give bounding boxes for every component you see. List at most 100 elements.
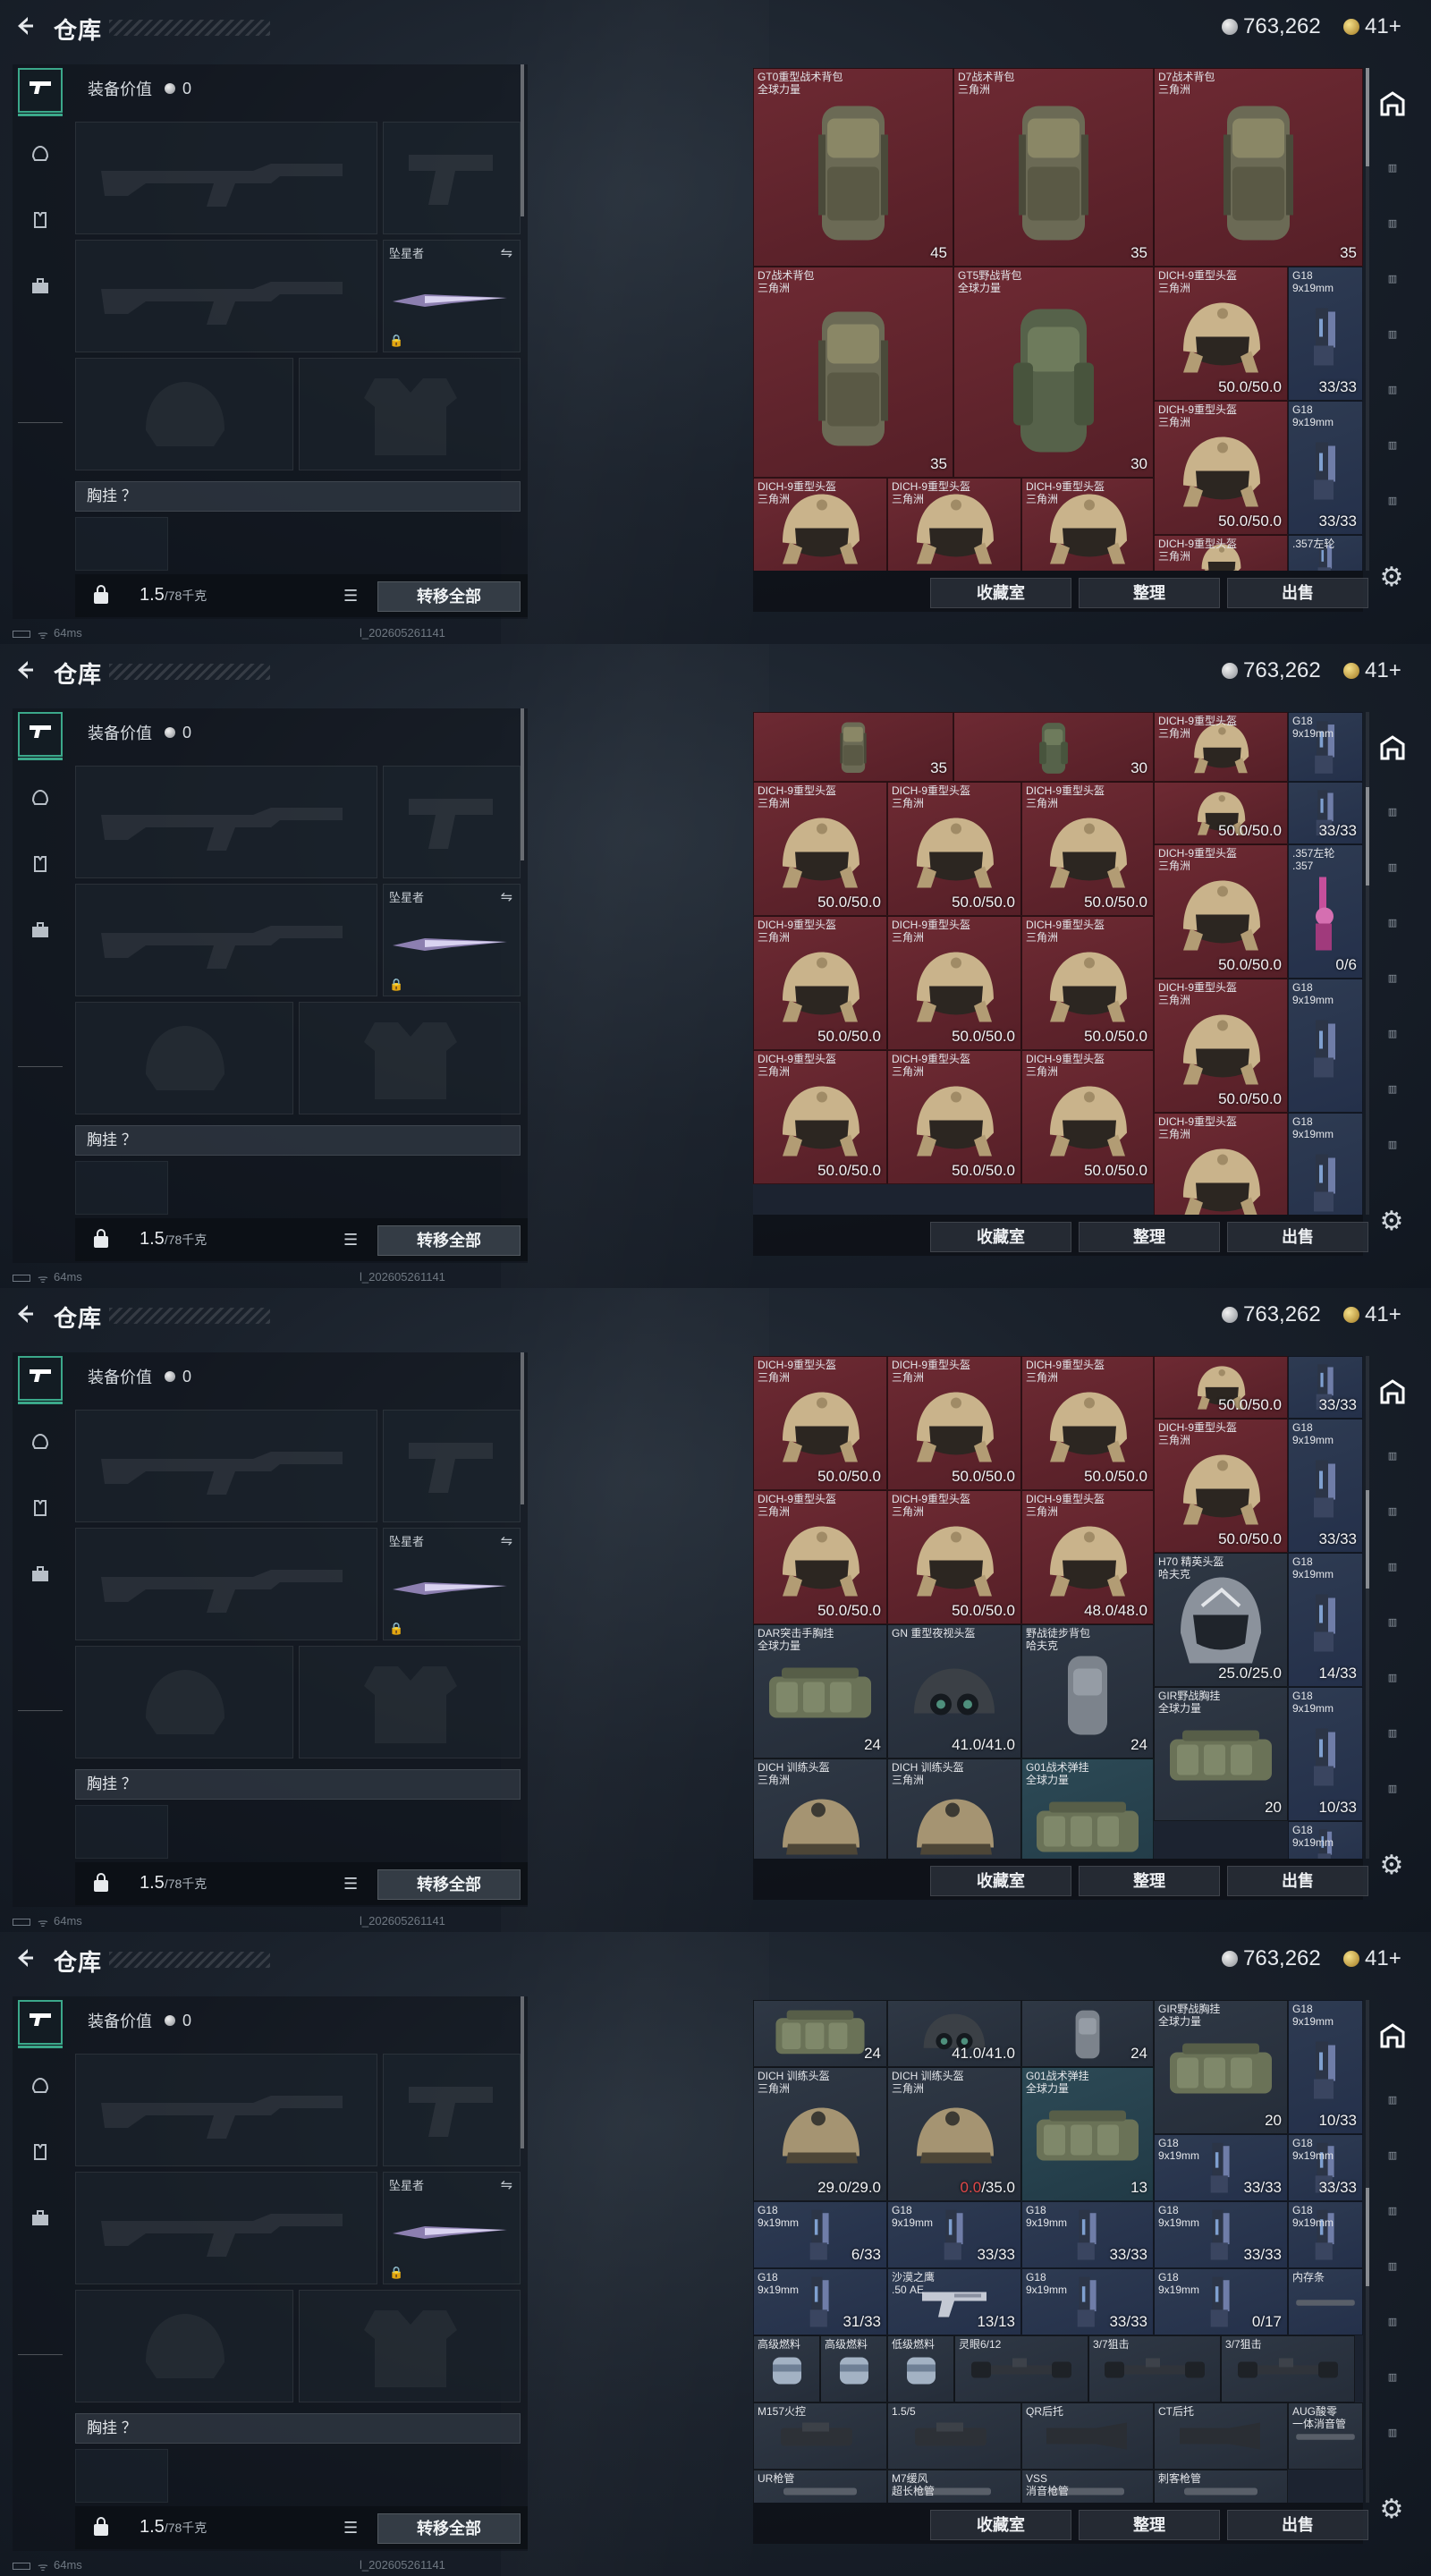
secondary-weapon-slot[interactable] bbox=[383, 2054, 521, 2166]
stash-item[interactable]: G18 9x19mm 6/33 bbox=[753, 2201, 887, 2268]
back-arrow-icon[interactable] bbox=[13, 1302, 39, 1329]
stash-item[interactable]: G18 9x19mm33/33 bbox=[1288, 2134, 1363, 2201]
chest-rig-slot[interactable] bbox=[75, 2449, 168, 2503]
stash-item[interactable]: .357左轮 bbox=[1288, 535, 1363, 571]
transfer-all-button[interactable]: 转移全部 bbox=[377, 2513, 521, 2544]
stash-home-tab[interactable] bbox=[1372, 728, 1413, 769]
stash-item[interactable]: G18 9x19mm33/33 bbox=[887, 2201, 1021, 2268]
left-scrollbar[interactable] bbox=[521, 1996, 524, 2148]
stash-item[interactable]: 高级燃料 bbox=[753, 2335, 820, 2402]
gold-currency[interactable]: 41+ bbox=[1343, 14, 1401, 39]
stash-item[interactable]: DICH-9重型头盔 三角洲 50.0/50.0 bbox=[887, 782, 1021, 916]
stash-item[interactable]: 33/33 bbox=[1288, 782, 1363, 844]
silver-currency[interactable]: 763,262 bbox=[1222, 658, 1321, 683]
stash-item[interactable]: G18 9x19mm33/33 bbox=[1154, 2134, 1288, 2201]
stash-item[interactable]: G18 9x19mm bbox=[1288, 979, 1363, 1113]
stash-scrollbar[interactable] bbox=[1366, 1356, 1369, 1859]
stash-item[interactable]: G18 9x19mm33/33 bbox=[1288, 1113, 1363, 1215]
stash-home-tab[interactable] bbox=[1372, 84, 1413, 125]
stash-item[interactable]: M157火控 bbox=[753, 2402, 887, 2470]
stash-page-tab[interactable]: ▥ bbox=[1372, 313, 1413, 354]
stash-item[interactable]: 3/7狙击 bbox=[1221, 2335, 1355, 2402]
case-tab[interactable] bbox=[18, 911, 63, 955]
sell-button[interactable]: 出售 bbox=[1227, 2510, 1368, 2540]
stash-item[interactable]: G18 9x19mm bbox=[1288, 1821, 1363, 1859]
stash-item[interactable]: G18 9x19mm33/33 bbox=[1288, 401, 1363, 535]
stash-item[interactable]: 刺客枪管 bbox=[1154, 2470, 1288, 2503]
stash-page-tab[interactable]: ▥ bbox=[1372, 1601, 1413, 1642]
list-icon[interactable]: ☰ bbox=[343, 1231, 358, 1250]
stash-page-tab[interactable]: ▥ bbox=[1372, 202, 1413, 243]
stash-page-tab[interactable]: ▥ bbox=[1372, 1490, 1413, 1531]
sell-button[interactable]: 出售 bbox=[1227, 1222, 1368, 1252]
stash-item[interactable]: CT后托 bbox=[1154, 2402, 1288, 2470]
gold-currency[interactable]: 41+ bbox=[1343, 1946, 1401, 1971]
stash-item[interactable]: QR后托 bbox=[1021, 2402, 1154, 2470]
scrollbar-thumb[interactable] bbox=[1366, 1490, 1369, 1589]
sort-button[interactable]: 整理 bbox=[1079, 1866, 1220, 1896]
stash-item[interactable]: GIR野战胸挂 全球力量 20 bbox=[1154, 1687, 1288, 1821]
stash-item[interactable]: 24 bbox=[1021, 2000, 1154, 2067]
primary-weapon-slot[interactable] bbox=[75, 2054, 377, 2166]
stash-item[interactable]: DICH-9重型头盔 三角洲 bbox=[753, 478, 887, 571]
silver-currency[interactable]: 763,262 bbox=[1222, 1302, 1321, 1327]
gold-currency[interactable]: 41+ bbox=[1343, 1302, 1401, 1327]
sort-button[interactable]: 整理 bbox=[1079, 1222, 1220, 1252]
stash-page-tab[interactable]: ▥ bbox=[1372, 258, 1413, 299]
stash-page-tab[interactable]: ▥ bbox=[1372, 2356, 1413, 2397]
stash-page-tab[interactable]: ▥ bbox=[1372, 147, 1413, 188]
stash-page-tab[interactable]: ▥ bbox=[1372, 424, 1413, 465]
chest-rig-header[interactable]: 胸挂 ？ bbox=[75, 1769, 521, 1800]
stash-item[interactable]: DICH-9重型头盔 三角洲 50.0/50.0 bbox=[1154, 844, 1288, 979]
stash-page-tab[interactable]: ▥ bbox=[1372, 1657, 1413, 1698]
collection-room-button[interactable]: 收藏室 bbox=[930, 1866, 1071, 1896]
stash-item[interactable]: 24 bbox=[753, 2000, 887, 2067]
case-tab[interactable] bbox=[18, 1555, 63, 1599]
settings-gear-icon[interactable]: ⚙ bbox=[1376, 1206, 1408, 1238]
stash-item[interactable]: 33/33 bbox=[1288, 1356, 1363, 1419]
swap-icon[interactable]: ⇋ bbox=[501, 888, 512, 906]
stash-item[interactable]: DICH-9重型头盔 三角洲 50.0/50.0 bbox=[1154, 1419, 1288, 1553]
armor-slot[interactable] bbox=[299, 358, 521, 470]
chest-rig-header[interactable]: 胸挂 ？ bbox=[75, 2413, 521, 2444]
stash-page-tab[interactable]: ▥ bbox=[1372, 2190, 1413, 2231]
stash-item[interactable]: DICH-9重型头盔 三角洲 bbox=[1154, 1113, 1288, 1215]
stash-page-tab[interactable]: ▥ bbox=[1372, 1068, 1413, 1109]
stash-item[interactable]: GIR野战胸挂 全球力量 20 bbox=[1154, 2000, 1288, 2134]
stash-page-tab[interactable]: ▥ bbox=[1372, 2245, 1413, 2286]
stash-item[interactable]: AUG酸零 一体消音管 bbox=[1288, 2402, 1363, 2470]
stash-item[interactable]: DICH-9重型头盔 三角洲 50.0/50.0 bbox=[1021, 1356, 1154, 1490]
silver-currency[interactable]: 763,262 bbox=[1222, 14, 1321, 39]
stash-item[interactable]: UR枪管 bbox=[753, 2470, 887, 2503]
vest-tab[interactable] bbox=[18, 844, 63, 889]
weapon-tab[interactable] bbox=[18, 1356, 63, 1404]
vest-tab[interactable] bbox=[18, 200, 63, 245]
weapon-tab[interactable] bbox=[18, 2000, 63, 2048]
sort-button[interactable]: 整理 bbox=[1079, 578, 1220, 608]
stash-item[interactable]: DICH-9重型头盔 三角洲 48.0/48.0 bbox=[1021, 1490, 1154, 1624]
stash-scrollbar[interactable] bbox=[1366, 712, 1369, 1215]
stash-page-tab[interactable]: ▥ bbox=[1372, 2134, 1413, 2175]
chest-rig-slot[interactable] bbox=[75, 1161, 168, 1215]
scrollbar-thumb[interactable] bbox=[1366, 68, 1369, 166]
secondary-weapon-slot[interactable] bbox=[383, 766, 521, 878]
stash-item[interactable]: G18 9x19mm33/33 bbox=[1021, 2268, 1154, 2335]
collection-room-button[interactable]: 收藏室 bbox=[930, 1222, 1071, 1252]
transfer-all-button[interactable]: 转移全部 bbox=[377, 581, 521, 612]
stash-item[interactable]: G18 9x19mm bbox=[1288, 712, 1363, 782]
stash-item[interactable]: 内存条 bbox=[1288, 2268, 1363, 2335]
stash-item[interactable]: 50.0/50.0 bbox=[1154, 782, 1288, 844]
stash-item[interactable]: .357左轮 .357 0/6 bbox=[1288, 844, 1363, 979]
chest-rig-slot[interactable] bbox=[75, 1805, 168, 1859]
primary-weapon-slot[interactable] bbox=[75, 122, 377, 234]
chest-rig-slot[interactable] bbox=[75, 517, 168, 571]
stash-item[interactable]: G18 9x19mm bbox=[1288, 2201, 1363, 2268]
scrollbar-thumb[interactable] bbox=[1366, 787, 1369, 886]
back-arrow-icon[interactable] bbox=[13, 1946, 39, 1973]
armor-slot[interactable] bbox=[299, 2290, 521, 2402]
stash-item[interactable]: GT5野战背包 全球力量 30 bbox=[953, 267, 1154, 478]
stash-page-tab[interactable]: ▥ bbox=[1372, 846, 1413, 887]
vest-tab[interactable] bbox=[18, 1488, 63, 1533]
gold-currency[interactable]: 41+ bbox=[1343, 658, 1401, 683]
melee-slot[interactable]: 坠星者 ⇋ 🔒 bbox=[383, 1528, 521, 1640]
